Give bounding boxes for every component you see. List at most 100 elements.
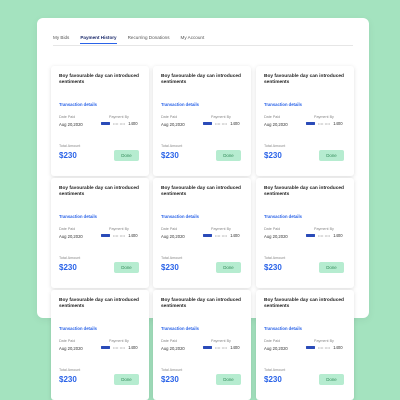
done-status-button[interactable]: Done xyxy=(216,374,241,385)
payment-card: Boy favourable day can introduced sentim… xyxy=(153,178,251,288)
done-status-button[interactable]: Done xyxy=(114,150,139,161)
transaction-details-link[interactable]: Transaction details xyxy=(59,214,97,219)
date-paid-label: Date Paid xyxy=(161,227,178,231)
payment-card: Boy favourable day can introduced sentim… xyxy=(51,178,149,288)
date-paid-value: Aug 20,2020 xyxy=(59,234,83,239)
tab-bar: My Bids Payment History Recurring Donati… xyxy=(53,35,204,45)
done-status-button[interactable]: Done xyxy=(319,374,344,385)
total-amount-label: Total Amount xyxy=(161,256,183,260)
date-paid-label: Date Paid xyxy=(264,339,281,343)
total-amount-value: $230 xyxy=(59,263,77,272)
total-amount-value: $230 xyxy=(161,375,179,384)
payment-by-label: Payment By xyxy=(314,115,334,119)
card-title: Boy favourable day can introduced sentim… xyxy=(161,186,241,198)
transaction-details-link[interactable]: Transaction details xyxy=(59,102,97,107)
card-last4: 1400 xyxy=(230,345,240,350)
payment-by-label: Payment By xyxy=(109,115,129,119)
card-last4: 1400 xyxy=(230,233,240,238)
card-icon xyxy=(306,121,315,126)
payment-card: Boy favourable day can introduced sentim… xyxy=(51,290,149,400)
total-amount-value: $230 xyxy=(264,375,282,384)
card-title: Boy favourable day can introduced sentim… xyxy=(59,74,139,86)
total-amount-label: Total Amount xyxy=(264,144,286,148)
payment-method: •••• •••• 1400 xyxy=(101,121,138,126)
card-icon xyxy=(203,233,212,238)
done-status-button[interactable]: Done xyxy=(216,262,241,273)
date-paid-label: Date Paid xyxy=(161,339,178,343)
done-status-button[interactable]: Done xyxy=(319,262,344,273)
payment-by-label: Payment By xyxy=(109,227,129,231)
payment-card: Boy favourable day can introduced sentim… xyxy=(153,66,251,176)
total-amount-value: $230 xyxy=(59,151,77,160)
total-amount-value: $230 xyxy=(59,375,77,384)
payment-by-label: Payment By xyxy=(314,227,334,231)
card-icon xyxy=(306,345,315,350)
payment-card-grid: Boy favourable day can introduced sentim… xyxy=(51,66,356,400)
transaction-details-link[interactable]: Transaction details xyxy=(161,326,199,331)
card-masked-digits: •••• •••• xyxy=(318,345,331,350)
date-paid-label: Date Paid xyxy=(161,115,178,119)
done-status-button[interactable]: Done xyxy=(319,150,344,161)
total-amount-label: Total Amount xyxy=(161,144,183,148)
card-masked-digits: •••• •••• xyxy=(215,345,228,350)
card-title: Boy favourable day can introduced sentim… xyxy=(264,74,344,86)
tab-payment-history[interactable]: Payment History xyxy=(80,35,117,45)
payment-card: Boy favourable day can introduced sentim… xyxy=(256,290,354,400)
card-icon xyxy=(101,121,110,126)
date-paid-value: Aug 20,2020 xyxy=(161,122,185,127)
total-amount-label: Total Amount xyxy=(59,256,81,260)
payment-by-label: Payment By xyxy=(109,339,129,343)
date-paid-label: Date Paid xyxy=(59,115,76,119)
card-icon xyxy=(101,345,110,350)
payment-card: Boy favourable day can introduced sentim… xyxy=(51,66,149,176)
transaction-details-link[interactable]: Transaction details xyxy=(264,214,302,219)
transaction-details-link[interactable]: Transaction details xyxy=(264,102,302,107)
date-paid-value: Aug 20,2020 xyxy=(264,346,288,351)
payment-method: •••• •••• 1400 xyxy=(203,345,240,350)
total-amount-label: Total Amount xyxy=(264,256,286,260)
tab-my-bids[interactable]: My Bids xyxy=(53,35,69,45)
payment-method: •••• •••• 1400 xyxy=(101,345,138,350)
date-paid-label: Date Paid xyxy=(264,115,281,119)
card-last4: 1400 xyxy=(333,121,343,126)
card-icon xyxy=(101,233,110,238)
date-paid-label: Date Paid xyxy=(59,339,76,343)
tab-my-account[interactable]: My Account xyxy=(181,35,205,45)
transaction-details-link[interactable]: Transaction details xyxy=(161,102,199,107)
card-last4: 1400 xyxy=(128,121,138,126)
payment-by-label: Payment By xyxy=(211,115,231,119)
card-masked-digits: •••• •••• xyxy=(113,121,126,126)
transaction-details-link[interactable]: Transaction details xyxy=(161,214,199,219)
card-title: Boy favourable day can introduced sentim… xyxy=(59,186,139,198)
content-panel: My Bids Payment History Recurring Donati… xyxy=(37,18,369,400)
payment-by-label: Payment By xyxy=(314,339,334,343)
card-last4: 1400 xyxy=(128,233,138,238)
card-icon xyxy=(306,233,315,238)
card-masked-digits: •••• •••• xyxy=(215,121,228,126)
payment-method: •••• •••• 1400 xyxy=(306,121,343,126)
transaction-details-link[interactable]: Transaction details xyxy=(264,326,302,331)
done-status-button[interactable]: Done xyxy=(216,150,241,161)
done-status-button[interactable]: Done xyxy=(114,262,139,273)
total-amount-value: $230 xyxy=(161,151,179,160)
card-last4: 1400 xyxy=(128,345,138,350)
total-amount-label: Total Amount xyxy=(59,144,81,148)
total-amount-value: $230 xyxy=(161,263,179,272)
date-paid-value: Aug 20,2020 xyxy=(59,346,83,351)
done-status-button[interactable]: Done xyxy=(114,374,139,385)
card-last4: 1400 xyxy=(230,121,240,126)
card-masked-digits: •••• •••• xyxy=(318,233,331,238)
payment-method: •••• •••• 1400 xyxy=(306,345,343,350)
total-amount-label: Total Amount xyxy=(264,368,286,372)
payment-card: Boy favourable day can introduced sentim… xyxy=(256,178,354,288)
card-icon xyxy=(203,345,212,350)
payment-method: •••• •••• 1400 xyxy=(203,233,240,238)
date-paid-value: Aug 20,2020 xyxy=(161,234,185,239)
tab-recurring-donations[interactable]: Recurring Donations xyxy=(128,35,170,45)
card-masked-digits: •••• •••• xyxy=(318,121,331,126)
card-masked-digits: •••• •••• xyxy=(113,345,126,350)
payment-method: •••• •••• 1400 xyxy=(101,233,138,238)
date-paid-label: Date Paid xyxy=(264,227,281,231)
transaction-details-link[interactable]: Transaction details xyxy=(59,326,97,331)
payment-method: •••• •••• 1400 xyxy=(203,121,240,126)
